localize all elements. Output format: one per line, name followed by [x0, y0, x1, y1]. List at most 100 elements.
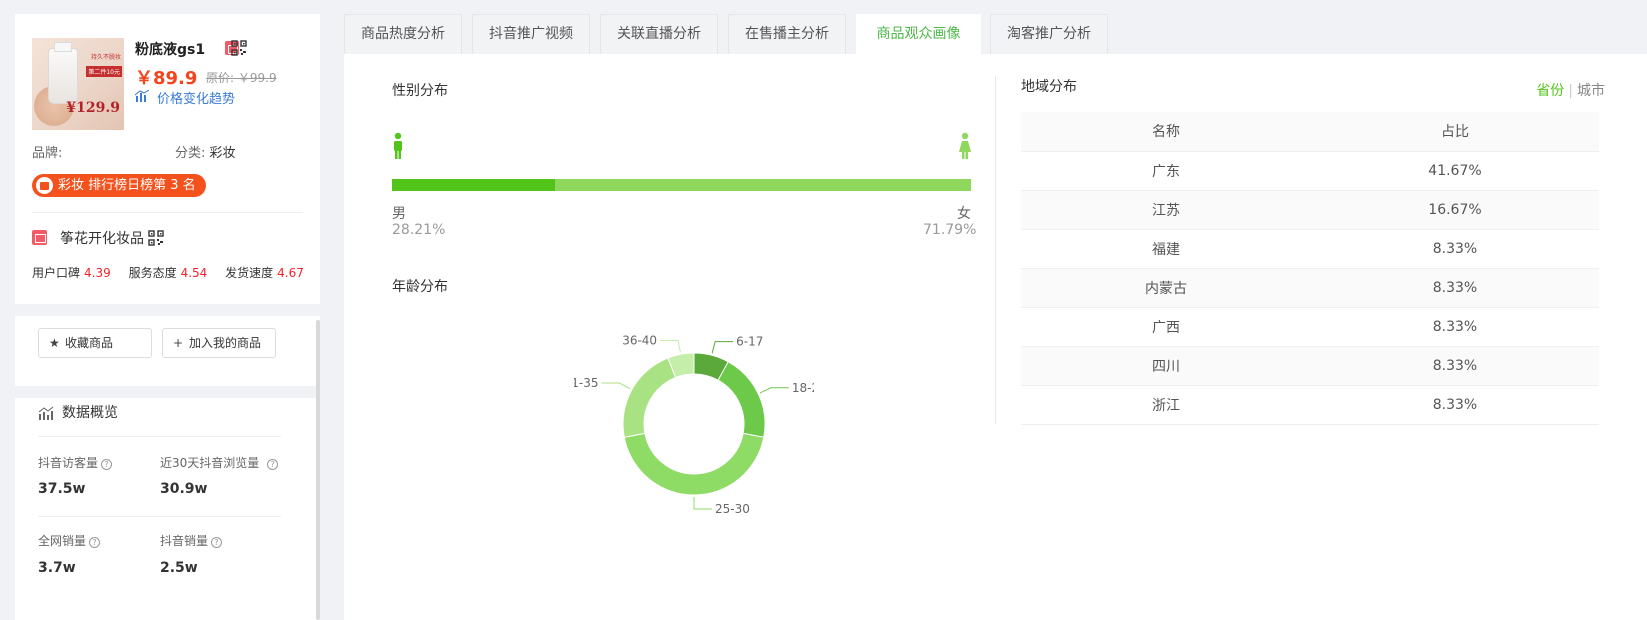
- stat-label-text: 抖音访客量: [38, 456, 99, 470]
- age-label: 6-17: [736, 335, 763, 349]
- column-header-name: 名称: [1021, 112, 1311, 152]
- foundation-bottle: [48, 48, 78, 104]
- price-trend-icon[interactable]: [135, 90, 149, 102]
- rating-service: 服务态度 4.54: [129, 266, 208, 280]
- age-leader-line: [759, 387, 789, 394]
- region-name: 四川: [1021, 346, 1311, 386]
- age-label: 31-35: [574, 376, 599, 390]
- female-label: 女: [957, 206, 971, 222]
- region-name: 广西: [1021, 307, 1311, 347]
- age-slice-25-30[interactable]: [623, 432, 765, 496]
- age-donut-chart: 6-17 18-24 25-30 31-35 36-40: [574, 334, 814, 516]
- female-icon: [959, 132, 971, 159]
- stat-douyin-sales-label: 抖音销量?: [160, 532, 223, 549]
- rank-badge[interactable]: 彩妆 排行榜日榜第 3 名: [32, 174, 206, 197]
- rating-value: 4.67: [277, 266, 304, 280]
- gender-bar-male: [392, 179, 556, 191]
- age-leader-line: [693, 497, 712, 510]
- region-share: 41.67%: [1311, 151, 1599, 191]
- section-separator: [15, 386, 320, 398]
- table-row: 广东 41.67%: [1021, 151, 1599, 191]
- tab-live-analysis[interactable]: 关联直播分析: [600, 14, 718, 54]
- star-icon: ★: [49, 336, 60, 350]
- male-percent: 28.21%: [392, 222, 446, 238]
- category-value: 彩妆: [209, 146, 236, 161]
- tab-taoke-analysis[interactable]: 淘客推广分析: [990, 14, 1108, 54]
- price-trend-link[interactable]: 价格变化趋势: [157, 88, 235, 107]
- bottle-cap: [54, 42, 72, 52]
- scrollbar[interactable]: [316, 320, 320, 620]
- stat-visitors-value: 37.5w: [38, 481, 86, 497]
- qrcode-icon[interactable]: [231, 40, 247, 56]
- tab-audience-profile[interactable]: 商品观众画像: [856, 14, 981, 54]
- plus-icon: +: [173, 336, 184, 350]
- product-panel: 持久不脱妆 第二件10元 ¥129.9 粉底液gs1 ￥89.9 原价: ￥99…: [15, 14, 320, 620]
- original-price: 原价: ￥99.9: [206, 71, 277, 85]
- region-name: 浙江: [1021, 385, 1311, 425]
- rating-reputation: 用户口碑 4.39: [32, 266, 111, 280]
- tab-douyin-videos[interactable]: 抖音推广视频: [472, 14, 590, 54]
- help-icon[interactable]: ?: [89, 537, 101, 548]
- toggle-separator: |: [1568, 83, 1573, 99]
- male-label: 男: [392, 206, 406, 222]
- favorite-button[interactable]: ★ 收藏商品: [38, 328, 152, 358]
- tab-streamer-analysis[interactable]: 在售播主分析: [728, 14, 846, 54]
- add-mine-button[interactable]: + 加入我的商品: [162, 328, 276, 358]
- age-leader-line: [660, 340, 681, 353]
- region-share: 8.33%: [1311, 385, 1599, 425]
- region-share: 8.33%: [1311, 307, 1599, 347]
- gender-title: 性别分布: [392, 83, 448, 99]
- current-price: ￥89.9: [135, 68, 198, 89]
- store-name[interactable]: 筝花开化妆品: [60, 228, 144, 248]
- age-label: 18-24: [792, 381, 814, 395]
- table-header-row: 名称 占比: [1021, 112, 1599, 152]
- product-image[interactable]: 持久不脱妆 第二件10元 ¥129.9: [32, 38, 124, 130]
- overview-title: 数据概览: [62, 405, 118, 421]
- region-share: 8.33%: [1311, 346, 1599, 386]
- help-icon[interactable]: ?: [267, 459, 279, 470]
- age-leader-line: [711, 341, 734, 354]
- favorite-button-label: 收藏商品: [65, 336, 114, 350]
- male-icon: [394, 132, 402, 159]
- stat-label-text: 近30天抖音浏览量: [160, 456, 260, 470]
- brand-label: 品牌:: [32, 146, 63, 161]
- rating-label: 用户口碑: [32, 266, 81, 280]
- table-row: 内蒙古 8.33%: [1021, 268, 1599, 308]
- image-promo: 第二件10元: [86, 66, 122, 77]
- stat-sales-label: 全网销量?: [38, 532, 101, 549]
- region-table: 名称 占比 广东 41.67% 江苏 16.67% 福建 8.33% 内蒙古 8.33%…: [1021, 112, 1599, 425]
- column-header-share: 占比: [1311, 112, 1599, 152]
- stat-views-label: 近30天抖音浏览量?: [160, 454, 279, 471]
- help-icon[interactable]: ?: [101, 459, 113, 470]
- female-percent: 71.79%: [923, 222, 977, 238]
- age-slice-18-24[interactable]: [717, 361, 766, 438]
- region-toggle: 省份 | 城市: [1536, 80, 1605, 100]
- toggle-province[interactable]: 省份: [1536, 83, 1564, 99]
- region-name: 广东: [1021, 151, 1311, 191]
- stat-views-value: 30.9w: [160, 481, 208, 497]
- divider: [995, 76, 996, 424]
- category-label: 分类:: [175, 146, 206, 161]
- region-share: 8.33%: [1311, 229, 1599, 269]
- stat-label-text: 抖音销量: [160, 534, 209, 548]
- toggle-city[interactable]: 城市: [1577, 83, 1605, 99]
- rating-shipping: 发货速度 4.67: [225, 266, 304, 280]
- region-share: 16.67%: [1311, 190, 1599, 230]
- region-name: 内蒙古: [1021, 268, 1311, 308]
- table-row: 福建 8.33%: [1021, 229, 1599, 269]
- image-tagline: 持久不脱妆: [90, 54, 121, 61]
- divider: [38, 516, 281, 517]
- stat-sales-value: 3.7w: [38, 560, 76, 576]
- shopping-bag-icon: [36, 177, 53, 194]
- age-leader-line: [601, 382, 631, 390]
- help-icon[interactable]: ?: [211, 537, 223, 548]
- tab-heat-analysis[interactable]: 商品热度分析: [344, 14, 462, 54]
- stat-label-text: 全网销量: [38, 534, 87, 548]
- age-label: 36-40: [622, 334, 657, 348]
- store-qrcode-icon[interactable]: [148, 230, 164, 246]
- product-title[interactable]: 粉底液gs1: [135, 39, 205, 59]
- region-title: 地域分布: [1021, 79, 1077, 95]
- audience-panel: 性别分布 男 28.21% 女 71.79% 年龄分布 6-17 18-24 25-…: [344, 54, 1647, 620]
- table-row: 江苏 16.67%: [1021, 190, 1599, 230]
- age-slice-31-35[interactable]: [622, 357, 677, 438]
